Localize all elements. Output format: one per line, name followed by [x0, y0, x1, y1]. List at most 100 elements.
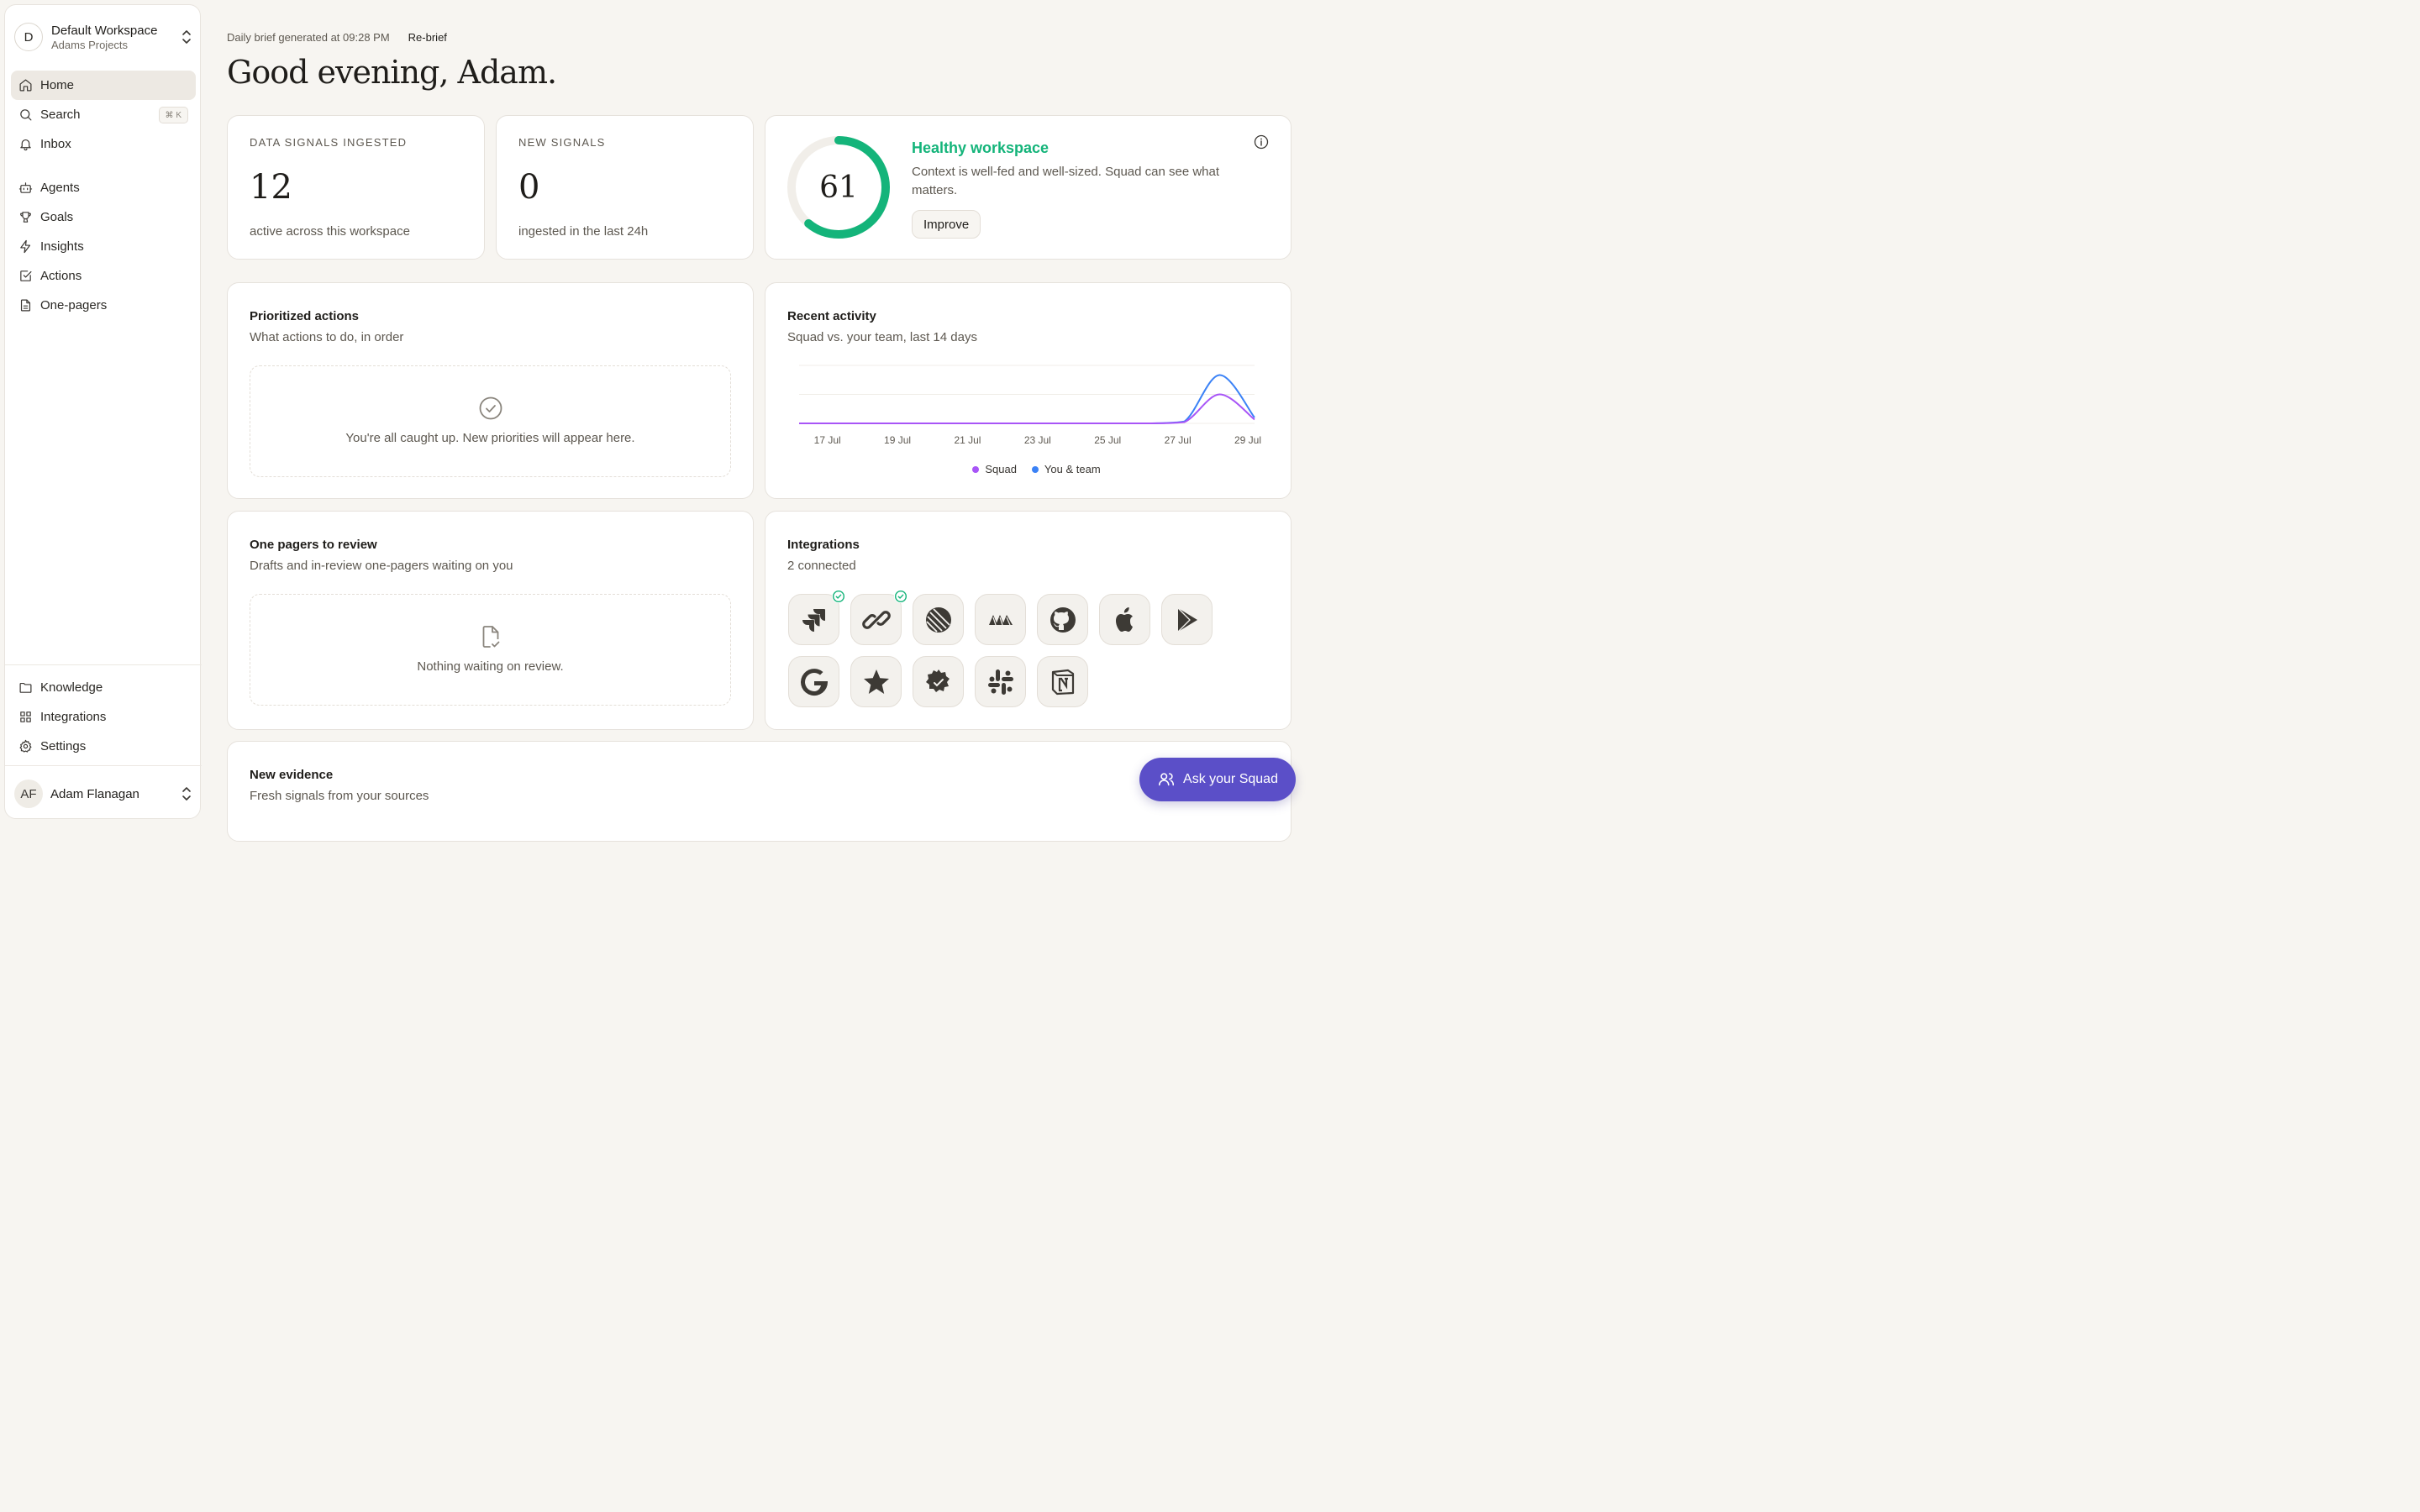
improve-button[interactable]: Improve [912, 210, 981, 239]
ask-squad-label: Ask your Squad [1183, 772, 1278, 786]
x-tick-label: 23 Jul [1024, 434, 1051, 446]
legend-dot [972, 465, 980, 473]
nav-label: Inbox [40, 137, 71, 151]
google-icon [800, 668, 828, 696]
search-icon [20, 109, 32, 121]
health-score: 61 [819, 170, 858, 205]
nav-label: Actions [40, 269, 82, 283]
badge-icon [925, 669, 950, 692]
nav-item-actions[interactable]: Actions [11, 261, 196, 291]
nav-label: Knowledge [40, 680, 103, 695]
integration-reviews[interactable] [850, 656, 902, 707]
integration-badge[interactable] [913, 656, 964, 707]
card-subtitle: Fresh signals from your sources [250, 789, 429, 803]
info-icon[interactable] [1254, 134, 1269, 150]
integration-linear[interactable] [913, 594, 964, 645]
document-icon [20, 299, 31, 312]
nav-label: Agents [40, 181, 80, 195]
linear-icon [925, 606, 951, 633]
integration-github[interactable] [1037, 594, 1088, 645]
integration-app-store[interactable] [1099, 594, 1150, 645]
integration-play-store[interactable] [1161, 594, 1213, 645]
slack-icon [987, 669, 1013, 695]
integration-slack[interactable] [975, 656, 1026, 707]
chevron-up-down-icon [182, 787, 191, 801]
nav-label: Settings [40, 739, 87, 753]
check-circle-icon [832, 590, 845, 603]
sidebar-divider [5, 765, 202, 766]
legend-label: Squad [985, 463, 1017, 475]
nav-item-agents[interactable]: Agents [11, 173, 196, 202]
series-line-team [798, 374, 1255, 424]
nav-item-goals[interactable]: Goals [11, 202, 196, 232]
card-subtitle: Drafts and in-review one-pagers waiting … [250, 559, 513, 573]
jira-icon [802, 608, 825, 632]
user-menu[interactable]: AF Adam Flanagan [14, 775, 192, 812]
nav-item-integrations[interactable]: Integrations [11, 702, 196, 732]
prioritized-actions-card: Prioritized actions What actions to do, … [227, 282, 754, 499]
nav-item-search[interactable]: Search ⌘ K [11, 100, 196, 129]
workspace-switcher[interactable]: D Default Workspace Adams Projects [14, 19, 192, 55]
lightning-icon [20, 239, 31, 254]
integration-airtable[interactable] [975, 594, 1026, 645]
empty-state-text: You're all caught up. New priorities wil… [345, 431, 635, 445]
connected-badge [894, 590, 908, 603]
one-pagers-card: One pagers to review Drafts and in-revie… [227, 511, 754, 730]
sidebar-divider [5, 664, 202, 665]
workspace-name: Default Workspace [51, 23, 158, 38]
card-title: Prioritized actions [250, 309, 360, 323]
nav-label: Search [40, 108, 81, 122]
play-store-icon [1177, 607, 1197, 632]
star-icon [863, 669, 889, 694]
nav-item-one-pagers[interactable]: One-pagers [11, 291, 196, 320]
gear-icon [19, 739, 32, 753]
notion-icon [1051, 669, 1074, 695]
primary-nav: Home Search ⌘ K Inbox [11, 71, 196, 159]
legend-item-team: You & team [1031, 463, 1101, 475]
search-shortcut: ⌘ K [158, 107, 188, 123]
nav-item-insights[interactable]: Insights [11, 232, 196, 261]
integration-zapier[interactable] [850, 590, 908, 645]
zapier-icon [861, 610, 891, 629]
airtable-icon [988, 614, 1013, 625]
stat-card-signals-ingested: DATA SIGNALS INGESTED 12 active across t… [227, 115, 485, 260]
health-description: Context is well-fed and well-sized. Squa… [912, 165, 1220, 197]
integration-google[interactable] [788, 656, 839, 707]
nav-item-settings[interactable]: Settings [11, 732, 196, 761]
integration-jira[interactable] [788, 590, 845, 645]
chart-legend: Squad You & team [765, 463, 1291, 475]
stat-card-new-signals: NEW SIGNALS 0 ingested in the last 24h [496, 115, 754, 260]
stat-subtext: active across this workspace [250, 224, 410, 239]
secondary-nav: Agents Goals Insights Actions One-pagers [11, 173, 196, 320]
nav-label: Integrations [40, 710, 107, 724]
ask-squad-button[interactable]: Ask your Squad [1139, 758, 1296, 801]
nav-item-knowledge[interactable]: Knowledge [11, 673, 196, 702]
brief-text: Daily brief generated at 09:28 PM [227, 31, 390, 44]
rebrief-button[interactable]: Re-brief [408, 31, 447, 44]
avatar: AF [14, 780, 43, 808]
nav-item-home[interactable]: Home [11, 71, 196, 100]
workspace-project: Adams Projects [51, 38, 129, 51]
integrations-card: Integrations 2 connected [765, 511, 1292, 730]
apple-icon [1115, 606, 1133, 632]
page-title: Good evening, Adam. [227, 54, 557, 91]
nav-item-inbox[interactable]: Inbox [11, 129, 196, 159]
integration-notion[interactable] [1037, 656, 1088, 707]
card-title: New evidence [250, 768, 334, 782]
card-title: One pagers to review [250, 538, 377, 552]
nav-label: Goals [40, 210, 74, 224]
bottom-nav: Knowledge Integrations Settings [11, 673, 196, 761]
x-tick-label: 25 Jul [1094, 434, 1121, 446]
connected-badge [832, 590, 845, 603]
recent-activity-card: Recent activity Squad vs. your team, las… [765, 282, 1292, 499]
empty-state: You're all caught up. New priorities wil… [250, 365, 731, 477]
legend-dot [1031, 465, 1039, 473]
github-icon [1050, 606, 1076, 633]
new-evidence-card: New evidence Fresh signals from your sou… [227, 741, 1292, 842]
legend-item-squad: Squad [972, 463, 1017, 475]
stat-value: 12 [250, 168, 292, 207]
folder-icon [19, 682, 32, 693]
workspace-health-card: 61 Healthy workspace Context is well-fed… [765, 115, 1292, 260]
card-title: Recent activity [787, 309, 876, 323]
card-subtitle: Squad vs. your team, last 14 days [787, 330, 977, 344]
